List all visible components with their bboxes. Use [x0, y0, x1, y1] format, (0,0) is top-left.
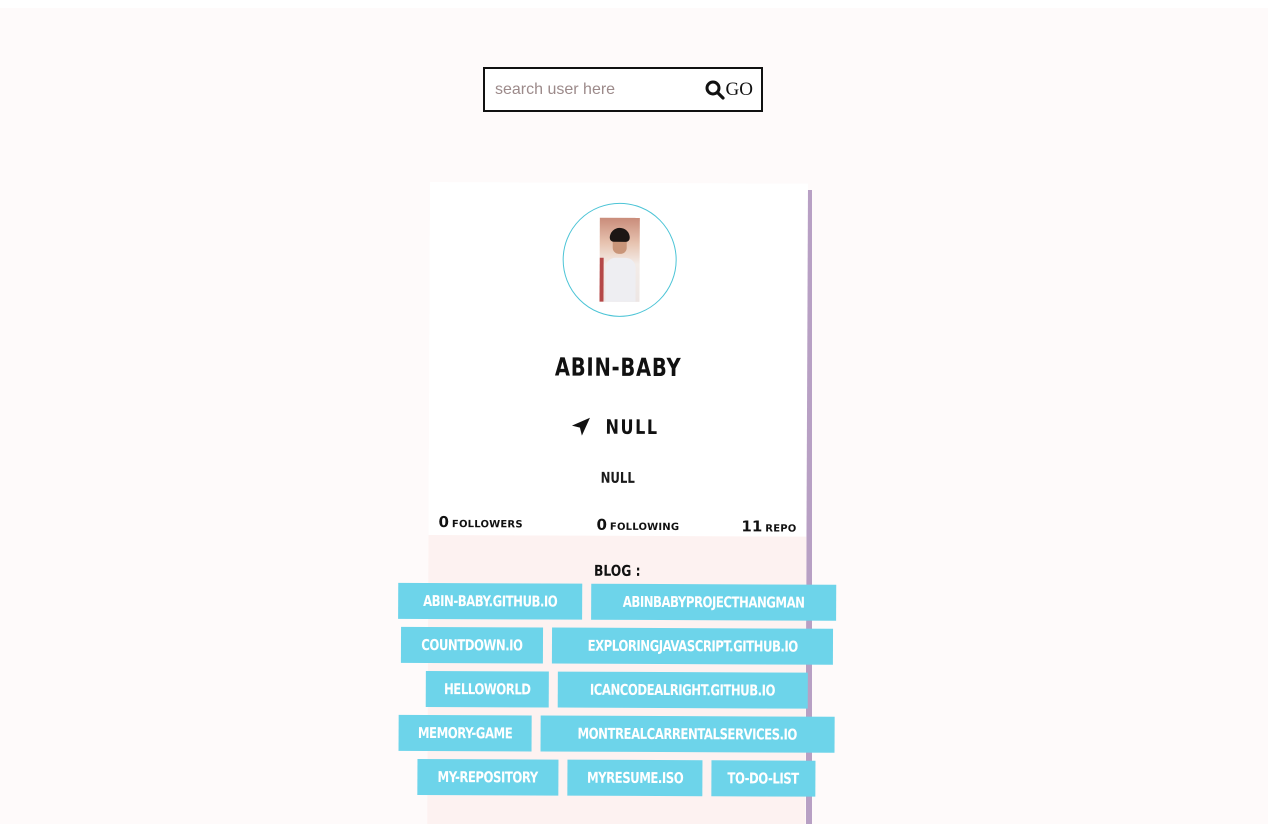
repo-row: MEMORY-GAME MONTREALCARRENTALSERVICES.IO	[398, 714, 835, 753]
repo-link[interactable]: ICANCODEALRIGHT.GITHUB.IO	[558, 671, 808, 709]
repo-link[interactable]: COUNTDOWN.IO	[400, 626, 543, 664]
repos-section: BLOG : ABIN-BABY.GITHUB.IO ABINBABYPROJE…	[398, 534, 837, 824]
repos-stat: 11 REPO	[741, 516, 796, 535]
avatar	[562, 202, 677, 318]
repo-link[interactable]: ABIN-BABY.GITHUB.IO	[398, 582, 583, 620]
repo-link[interactable]: EXPLORINGJAVASCRIPT.GITHUB.IO	[551, 627, 834, 665]
search-icon	[705, 80, 725, 100]
followers-label: FOLLOWERS	[451, 519, 523, 531]
avatar-photo	[599, 217, 640, 302]
search-input[interactable]	[485, 69, 705, 110]
search-bar: GO	[483, 67, 763, 112]
search-button[interactable]: GO	[705, 69, 761, 110]
stats-row: 0 FOLLOWERS 0 FOLLOWING 11 REPO	[438, 512, 796, 538]
blog-label: BLOG :	[593, 561, 641, 580]
repos-count: 11	[741, 517, 763, 536]
following-count: 0	[596, 515, 607, 534]
followers-stat: 0 FOLLOWERS	[438, 512, 522, 531]
username: ABIN-BABY	[554, 352, 682, 383]
repo-row: MY-REPOSITORY MYRESUME.ISO TO-DO-LIST	[417, 758, 816, 797]
location: NULL	[429, 414, 807, 440]
repos-label: REPO	[765, 523, 797, 535]
repo-row: ABIN-BABY.GITHUB.IO ABINBABYPROJECTHANGM…	[398, 582, 837, 621]
repo-link[interactable]: ABINBABYPROJECTHANGMAN	[591, 583, 837, 621]
top-band	[0, 0, 1268, 8]
following-stat: 0 FOLLOWING	[596, 515, 679, 534]
repo-link[interactable]: MEMORY-GAME	[398, 714, 533, 752]
repo-link[interactable]: MY-REPOSITORY	[417, 758, 559, 796]
location-arrow-icon	[571, 417, 590, 436]
profile-card: ABIN-BABY NULL NULL 0 FOLLOWERS 0 FOLLOWIN…	[398, 182, 837, 824]
bio: NULL	[600, 468, 635, 487]
repo-link[interactable]: MYRESUME.ISO	[567, 759, 703, 797]
followers-count: 0	[438, 513, 449, 532]
repo-link[interactable]: TO-DO-LIST	[711, 760, 816, 797]
repo-link[interactable]: MONTREALCARRENTALSERVICES.IO	[540, 715, 835, 753]
repo-link[interactable]: HELLOWORLD	[426, 670, 550, 708]
following-label: FOLLOWING	[609, 521, 680, 534]
location-text: NULL	[605, 414, 659, 439]
repo-row: COUNTDOWN.IO EXPLORINGJAVASCRIPT.GITHUB.…	[400, 626, 834, 665]
repo-row: HELLOWORLD ICANCODEALRIGHT.GITHUB.IO	[426, 670, 808, 709]
search-button-label: GO	[725, 78, 753, 100]
